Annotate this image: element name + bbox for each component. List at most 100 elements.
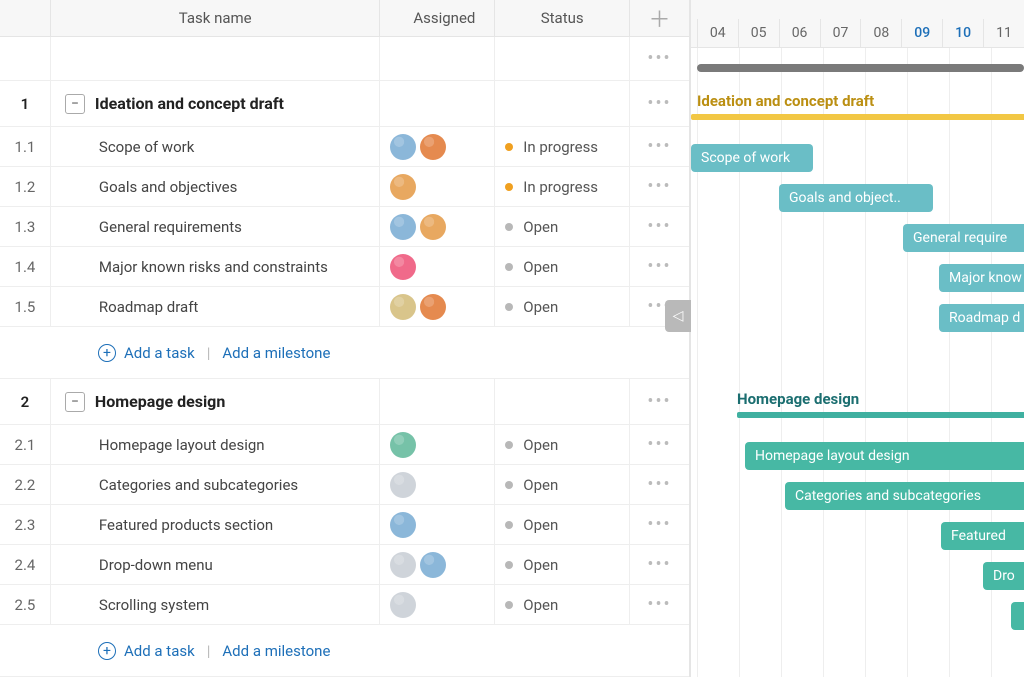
- row-actions[interactable]: •••: [629, 247, 689, 286]
- task-name-cell[interactable]: Featured products section: [50, 505, 380, 544]
- task-row[interactable]: 2.2Categories and subcategoriesOpen•••: [0, 465, 689, 505]
- collapse-table-handle[interactable]: ◁: [665, 300, 691, 332]
- collapse-toggle[interactable]: −: [65, 392, 85, 412]
- assigned-cell[interactable]: [379, 167, 494, 206]
- assigned-cell[interactable]: [379, 287, 494, 326]
- row-actions[interactable]: •••: [629, 207, 689, 246]
- task-name-cell[interactable]: Drop-down menu: [50, 545, 380, 584]
- row-actions[interactable]: •••: [629, 465, 689, 504]
- gantt-task-bar[interactable]: Categories and subcategories: [785, 482, 1024, 510]
- task-row[interactable]: 2.1Homepage layout designOpen•••: [0, 425, 689, 465]
- task-name-cell[interactable]: Homepage layout design: [50, 425, 380, 464]
- task-name-cell[interactable]: General requirements: [50, 207, 380, 246]
- row-actions[interactable]: •••: [629, 127, 689, 166]
- avatar[interactable]: [390, 254, 416, 280]
- task-row[interactable]: 1.5Roadmap draftOpen•••: [0, 287, 689, 327]
- gantt-task-bar[interactable]: Homepage layout design: [745, 442, 1024, 470]
- gantt-section-bar[interactable]: [691, 114, 1024, 120]
- timeline-day[interactable]: 10: [942, 19, 983, 47]
- row-actions[interactable]: •••: [629, 545, 689, 584]
- section-row[interactable]: 2−Homepage design•••: [0, 379, 689, 425]
- row-actions[interactable]: •••: [629, 167, 689, 206]
- assigned-cell[interactable]: [379, 247, 494, 286]
- avatar[interactable]: [390, 174, 416, 200]
- gantt-task-bar[interactable]: Roadmap d: [939, 304, 1024, 332]
- task-row[interactable]: 1.1Scope of workIn progress•••: [0, 127, 689, 167]
- timeline-day[interactable]: 05: [738, 19, 779, 47]
- avatar[interactable]: [390, 432, 416, 458]
- assigned-cell[interactable]: [379, 545, 494, 584]
- avatar[interactable]: [420, 214, 446, 240]
- status-cell[interactable]: Open: [494, 505, 629, 544]
- assigned-cell[interactable]: [379, 207, 494, 246]
- assigned-cell[interactable]: [379, 425, 494, 464]
- task-name-cell[interactable]: Scrolling system: [50, 585, 380, 624]
- gantt-task-bar[interactable]: Goals and object..: [779, 184, 933, 212]
- avatar[interactable]: [390, 472, 416, 498]
- status-cell[interactable]: Open: [494, 207, 629, 246]
- status-cell[interactable]: Open: [494, 247, 629, 286]
- avatar[interactable]: [390, 294, 416, 320]
- task-row[interactable]: 1.3General requirementsOpen•••: [0, 207, 689, 247]
- task-name-cell[interactable]: Goals and objectives: [50, 167, 380, 206]
- assigned-cell[interactable]: [379, 585, 494, 624]
- row-actions[interactable]: •••: [629, 585, 689, 624]
- col-header-task[interactable]: Task name: [50, 0, 380, 36]
- avatar[interactable]: [420, 552, 446, 578]
- status-cell[interactable]: Open: [494, 465, 629, 504]
- add-milestone-link[interactable]: Add a milestone: [222, 344, 330, 362]
- col-header-status[interactable]: Status: [494, 0, 629, 36]
- row-actions[interactable]: •••: [629, 425, 689, 464]
- gantt-task-bar[interactable]: Scope of work: [691, 144, 813, 172]
- status-cell[interactable]: Open: [494, 287, 629, 326]
- status-cell[interactable]: Open: [494, 425, 629, 464]
- add-milestone-link[interactable]: Add a milestone: [222, 642, 330, 660]
- status-cell[interactable]: Open: [494, 585, 629, 624]
- timeline-day[interactable]: 07: [820, 19, 861, 47]
- assigned-cell[interactable]: [379, 505, 494, 544]
- horizontal-scrollbar[interactable]: [697, 64, 1024, 72]
- add-task-link[interactable]: Add a task: [124, 344, 195, 362]
- avatar[interactable]: [390, 552, 416, 578]
- gantt-task-bar[interactable]: General require: [903, 224, 1024, 252]
- status-cell[interactable]: Open: [494, 545, 629, 584]
- col-header-assigned[interactable]: Assigned: [379, 0, 494, 36]
- timeline-day[interactable]: 06: [779, 19, 820, 47]
- gantt-task-bar[interactable]: Major know: [939, 264, 1024, 292]
- assigned-cell[interactable]: [379, 465, 494, 504]
- task-name-cell[interactable]: Major known risks and constraints: [50, 247, 380, 286]
- timeline-day[interactable]: 04: [697, 19, 738, 47]
- avatar[interactable]: [420, 294, 446, 320]
- row-actions[interactable]: •••: [629, 379, 689, 424]
- avatar[interactable]: [390, 134, 416, 160]
- timeline-day[interactable]: 11: [983, 19, 1024, 47]
- task-name-cell[interactable]: Categories and subcategories: [50, 465, 380, 504]
- timeline-day[interactable]: 08: [860, 19, 901, 47]
- gantt-task-bar[interactable]: Dro: [983, 562, 1024, 590]
- timeline-day[interactable]: 09: [901, 19, 942, 47]
- assigned-cell[interactable]: [379, 127, 494, 166]
- avatar[interactable]: [390, 512, 416, 538]
- row-actions[interactable]: •••: [629, 37, 689, 80]
- task-name-cell[interactable]: Roadmap draft: [50, 287, 380, 326]
- add-column-button[interactable]: ＋: [629, 0, 689, 36]
- row-actions[interactable]: •••: [629, 505, 689, 544]
- status-cell[interactable]: In progress: [494, 167, 629, 206]
- avatar[interactable]: [420, 134, 446, 160]
- gantt-section-bar[interactable]: [737, 412, 1024, 418]
- task-name-cell[interactable]: Scope of work: [50, 127, 380, 166]
- task-row[interactable]: 2.5Scrolling systemOpen•••: [0, 585, 689, 625]
- task-row[interactable]: 2.3Featured products sectionOpen•••: [0, 505, 689, 545]
- gantt-task-bar[interactable]: Featured: [941, 522, 1024, 550]
- task-row[interactable]: 1.4Major known risks and constraintsOpen…: [0, 247, 689, 287]
- section-row[interactable]: 1−Ideation and concept draft•••: [0, 81, 689, 127]
- row-actions[interactable]: •••: [629, 81, 689, 126]
- avatar[interactable]: [390, 592, 416, 618]
- collapse-toggle[interactable]: −: [65, 94, 85, 114]
- task-row[interactable]: 1.2Goals and objectivesIn progress•••: [0, 167, 689, 207]
- status-cell[interactable]: In progress: [494, 127, 629, 166]
- avatar[interactable]: [390, 214, 416, 240]
- gantt-task-bar[interactable]: [1011, 602, 1024, 630]
- task-row[interactable]: 2.4Drop-down menuOpen•••: [0, 545, 689, 585]
- add-task-link[interactable]: Add a task: [124, 642, 195, 660]
